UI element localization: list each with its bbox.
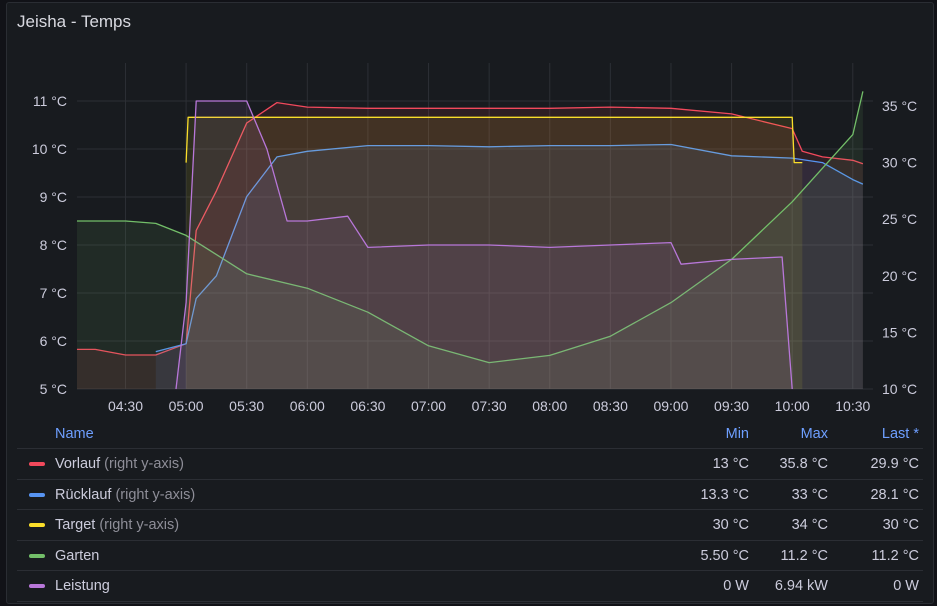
- time-series-chart[interactable]: 04:30 05:00 05:30 06:00 06:30 07:00 07:30 08:00…: [7, 3, 933, 413]
- x-tick-label: 08:00: [532, 398, 567, 413]
- legend-series-name[interactable]: Vorlauf (right y-axis): [55, 456, 184, 472]
- legend-last-value: 29.9 °C: [870, 456, 919, 472]
- legend-min-value: 13 °C: [712, 456, 749, 472]
- legend-header-row: Name Min Max Last *: [17, 421, 923, 449]
- legend-min-value: 30 °C: [712, 517, 749, 533]
- legend-max-value: 6.94 kW: [774, 578, 828, 594]
- legend-axis-note: (right y-axis): [95, 517, 180, 533]
- x-tick-label: 07:00: [411, 398, 446, 413]
- y-left-tick-label: 9 °C: [40, 189, 67, 205]
- x-tick-label: 09:00: [653, 398, 688, 413]
- legend-row-leistung[interactable]: Leistung 0 W 6.94 kW 0 W: [17, 571, 923, 602]
- legend-header-last[interactable]: Last *: [882, 426, 919, 442]
- x-tick-label: 05:00: [169, 398, 204, 413]
- legend-axis-note: (right y-axis): [100, 456, 184, 472]
- legend-swatch[interactable]: [29, 462, 45, 466]
- y-left-tick-label: 6 °C: [40, 333, 67, 349]
- chart-panel: Jeisha - Temps 04:30 05:00 05:30 06:00 06:30…: [6, 2, 934, 604]
- legend-row-target[interactable]: Target (right y-axis) 30 °C 34 °C 30 °C: [17, 510, 923, 541]
- legend-last-value: 11.2 °C: [871, 547, 919, 564]
- legend-swatch[interactable]: [29, 584, 45, 588]
- x-tick-label: 10:00: [775, 398, 810, 413]
- x-tick-label: 08:30: [593, 398, 628, 413]
- y-right-tick-label: 30 °C: [882, 155, 917, 171]
- legend-series-name[interactable]: Garten: [55, 548, 99, 564]
- x-tick-label: 09:30: [714, 398, 749, 413]
- y-right-tick-label: 35 °C: [882, 98, 917, 114]
- legend-series-name[interactable]: Target (right y-axis): [55, 517, 179, 533]
- y-left-tick-label: 5 °C: [40, 381, 67, 397]
- legend-header-max[interactable]: Max: [801, 426, 828, 442]
- legend-swatch[interactable]: [29, 523, 45, 527]
- legend-row-rücklauf[interactable]: Rücklauf (right y-axis) 13.3 °C 33 °C 28.1 …: [17, 480, 923, 510]
- y-left-tick-label: 10 °C: [32, 141, 67, 157]
- legend-axis-note: (right y-axis): [111, 486, 196, 503]
- x-tick-label: 10:30: [835, 398, 870, 413]
- legend-max-value: 35.8 °C: [779, 456, 828, 472]
- legend-max-value: 11.2 °C: [780, 547, 828, 564]
- x-tick-label: 05:30: [229, 398, 264, 413]
- legend-min-value: 13.3 °C: [700, 486, 749, 503]
- legend-header-name[interactable]: Name: [55, 426, 94, 442]
- legend-min-value: 0 W: [723, 578, 749, 594]
- legend-last-value: 30 °C: [882, 517, 919, 533]
- legend-swatch[interactable]: [29, 553, 45, 558]
- y-right-tick-label: 15 °C: [882, 324, 917, 340]
- x-tick-label: 06:30: [350, 398, 385, 413]
- x-tick-label: 04:30: [108, 398, 143, 413]
- y-left-tick-label: 11 °C: [33, 93, 67, 109]
- legend-table: Name Min Max Last * Vorlauf (right y-axi…: [17, 421, 923, 602]
- legend-series-name[interactable]: Rücklauf (right y-axis): [55, 487, 195, 503]
- y-right-tick-label: 10 °C: [882, 381, 917, 397]
- legend-min-value: 5.50 °C: [700, 547, 749, 564]
- legend-max-value: 34 °C: [791, 517, 828, 533]
- x-tick-label: 06:00: [290, 398, 325, 413]
- y-right-tick-label: 25 °C: [882, 211, 917, 227]
- legend-swatch[interactable]: [29, 492, 45, 497]
- legend-last-value: 28.1 °C: [870, 486, 919, 503]
- legend-series-name[interactable]: Leistung: [55, 578, 110, 594]
- y-right-tick-label: 20 °C: [882, 268, 917, 284]
- legend-last-value: 0 W: [893, 578, 919, 594]
- x-tick-label: 07:30: [472, 398, 507, 413]
- legend-max-value: 33 °C: [791, 486, 828, 503]
- legend-row-vorlauf[interactable]: Vorlauf (right y-axis) 13 °C 35.8 °C 29.9 °…: [17, 449, 923, 480]
- y-left-tick-label: 7 °C: [40, 285, 67, 301]
- legend-header-min[interactable]: Min: [726, 426, 749, 442]
- y-left-tick-label: 8 °C: [40, 237, 67, 253]
- legend-row-garten[interactable]: Garten 5.50 °C 11.2 °C 11.2 °C: [17, 541, 923, 571]
